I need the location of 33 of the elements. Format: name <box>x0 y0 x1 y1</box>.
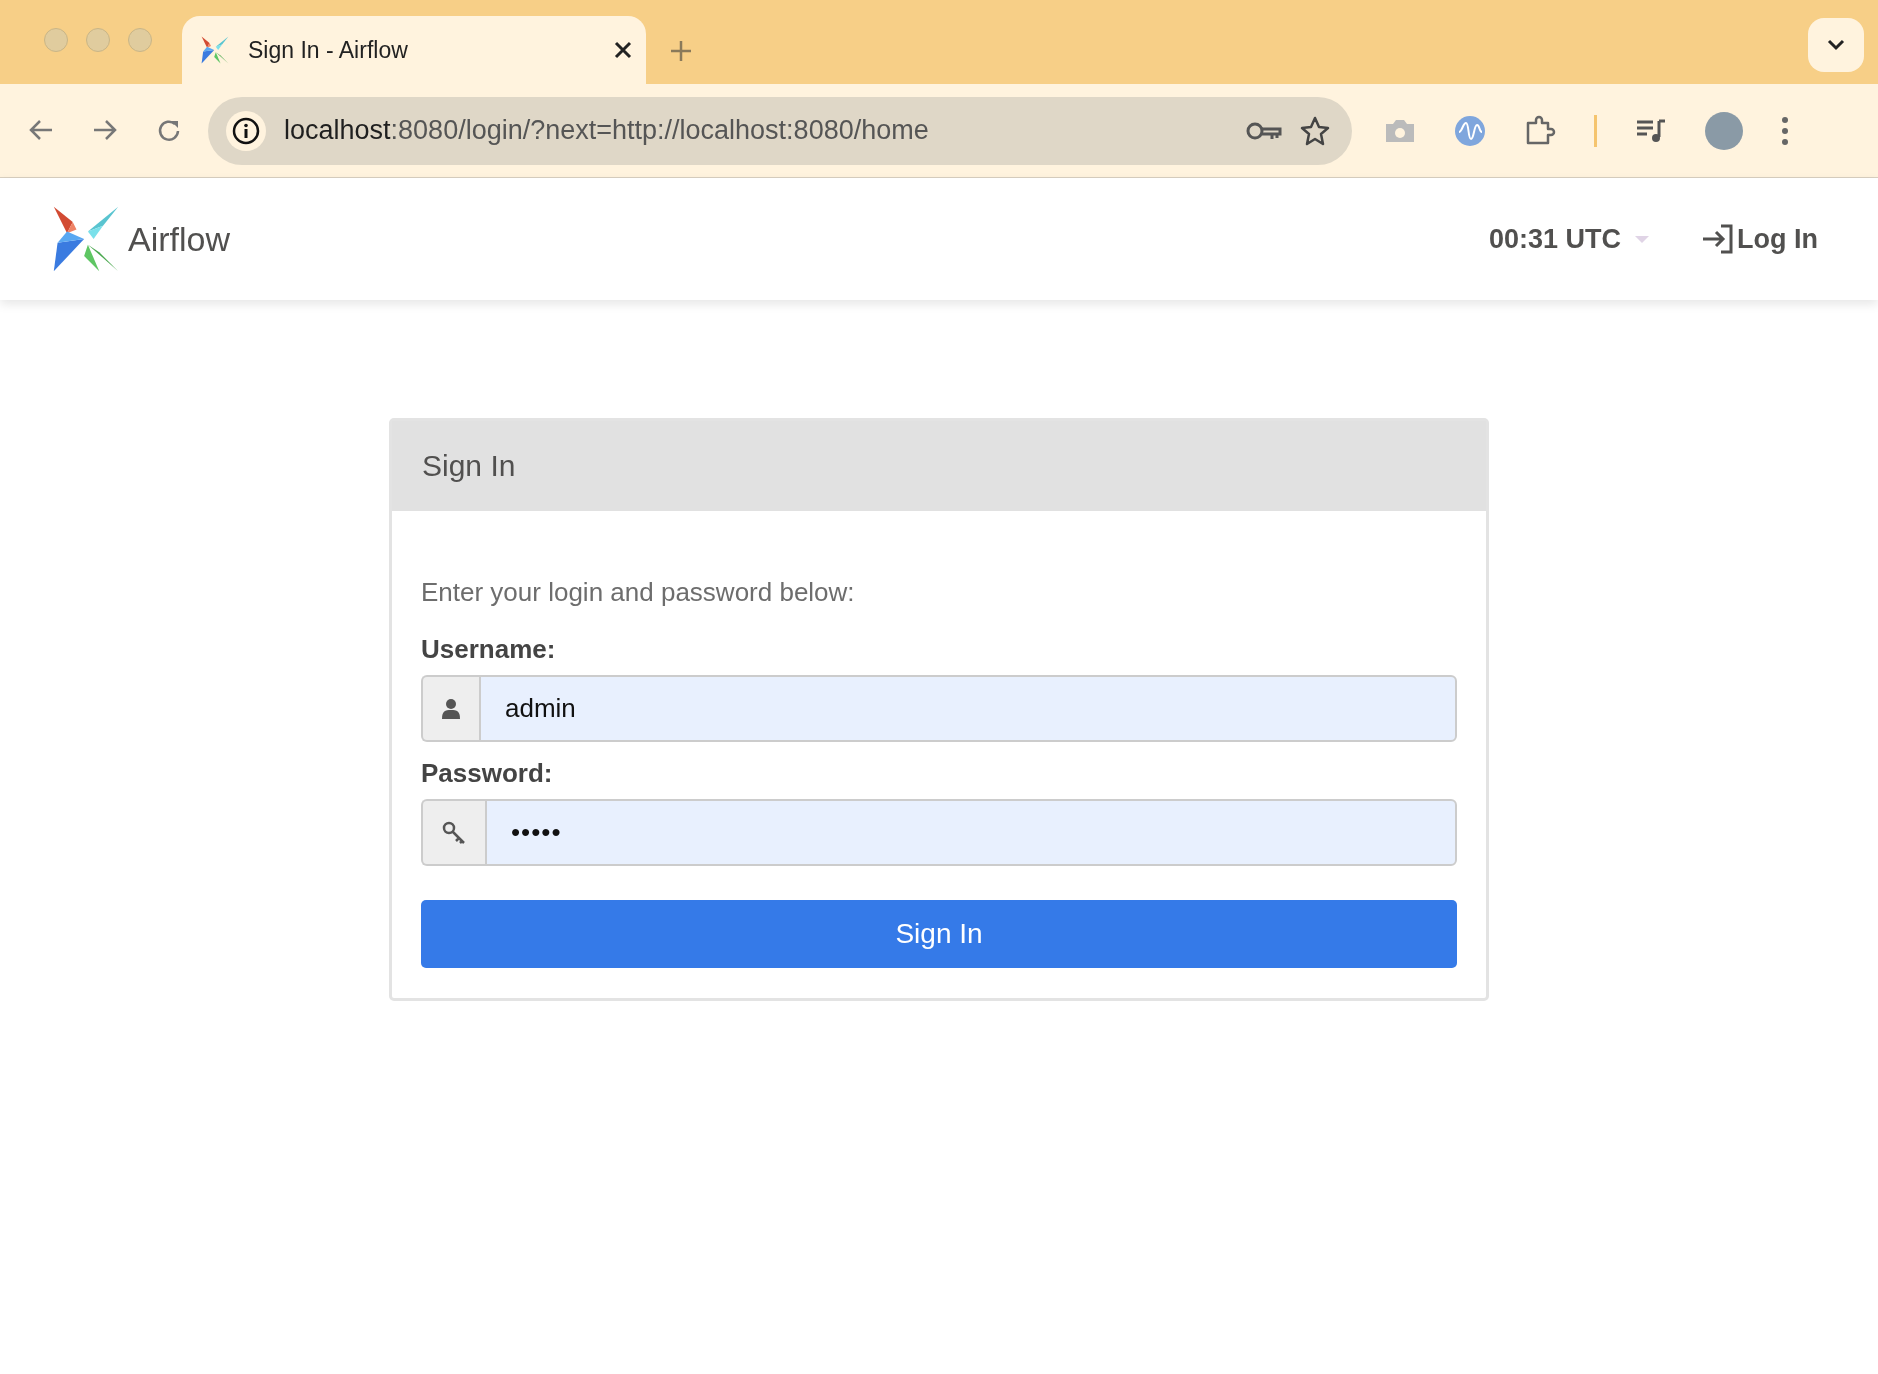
field-label: Username: <box>421 634 557 665</box>
address-bar[interactable]: localhost:8080/login/?next=http://localhost:8080/home <box>208 96 1352 165</box>
caret-icon <box>1635 235 1649 243</box>
instruction-text: Enter your login and password below: <box>421 577 856 608</box>
brand-name[interactable]: Airflow <box>128 219 231 259</box>
key-icon[interactable] <box>1246 120 1282 141</box>
field-label: Password: <box>421 758 554 789</box>
reload-icon[interactable] <box>156 117 182 144</box>
card-header: Sign In <box>392 421 1486 511</box>
sign-in-icon <box>1701 224 1735 254</box>
user-icon <box>442 698 460 719</box>
username-field[interactable]: admin <box>479 675 1457 742</box>
close-icon[interactable] <box>614 41 632 59</box>
plus-icon[interactable] <box>670 40 692 62</box>
back-arrow-icon[interactable] <box>28 117 54 142</box>
more-vertical-icon[interactable] <box>1781 115 1789 146</box>
puzzle-icon[interactable] <box>1524 114 1556 147</box>
password-field[interactable]: ••••• <box>485 799 1457 866</box>
pinwheel-icon <box>200 35 230 65</box>
url-text: localhost:8080/login/?next=http://localhost:8080/home <box>284 115 930 146</box>
extension-icon[interactable] <box>1454 114 1486 147</box>
tab-title: Sign In - Airflow <box>248 36 409 64</box>
star-icon[interactable] <box>1300 115 1330 146</box>
clock-dropdown[interactable]: 00:31 UTC <box>1488 223 1649 255</box>
login-link[interactable]: Log In <box>1701 223 1818 255</box>
forward-arrow-icon[interactable] <box>92 117 118 142</box>
tab-search-button[interactable] <box>1808 18 1864 72</box>
chevron-down-icon <box>1827 39 1845 51</box>
key-icon <box>442 820 466 845</box>
profile-avatar[interactable] <box>1705 111 1743 150</box>
sign-in-button[interactable]: Sign In <box>421 900 1457 968</box>
info-icon[interactable] <box>232 116 260 145</box>
browser-tab[interactable]: Sign In - Airflow <box>182 16 646 84</box>
